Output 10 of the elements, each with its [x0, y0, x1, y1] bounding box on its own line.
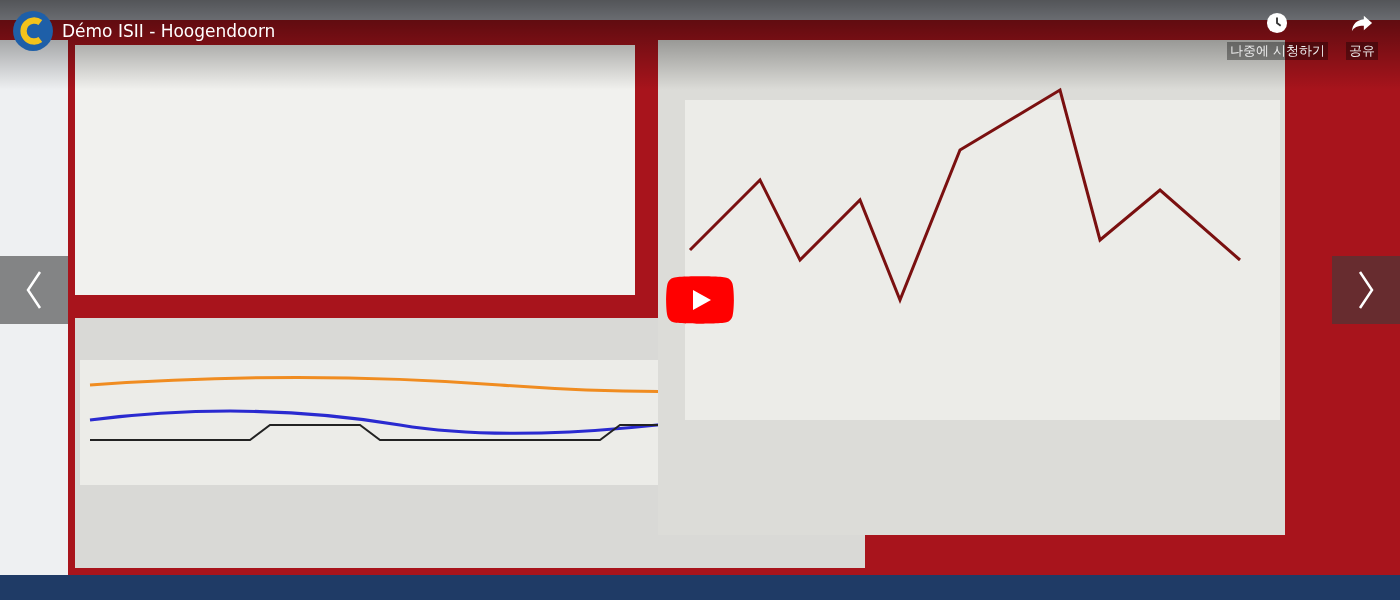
previous-button[interactable] — [0, 256, 68, 324]
play-button[interactable] — [666, 276, 734, 324]
channel-logo[interactable] — [12, 10, 54, 52]
watch-later-button[interactable]: 나중에 시청하기 — [1224, 10, 1330, 62]
chevron-left-icon — [24, 270, 44, 310]
next-button[interactable] — [1332, 256, 1400, 324]
clock-icon — [1266, 12, 1289, 34]
video-title[interactable]: Démo ISII - Hoogendoorn — [62, 21, 276, 41]
chevron-right-icon — [1356, 270, 1376, 310]
share-button[interactable]: 공유 — [1344, 10, 1380, 62]
